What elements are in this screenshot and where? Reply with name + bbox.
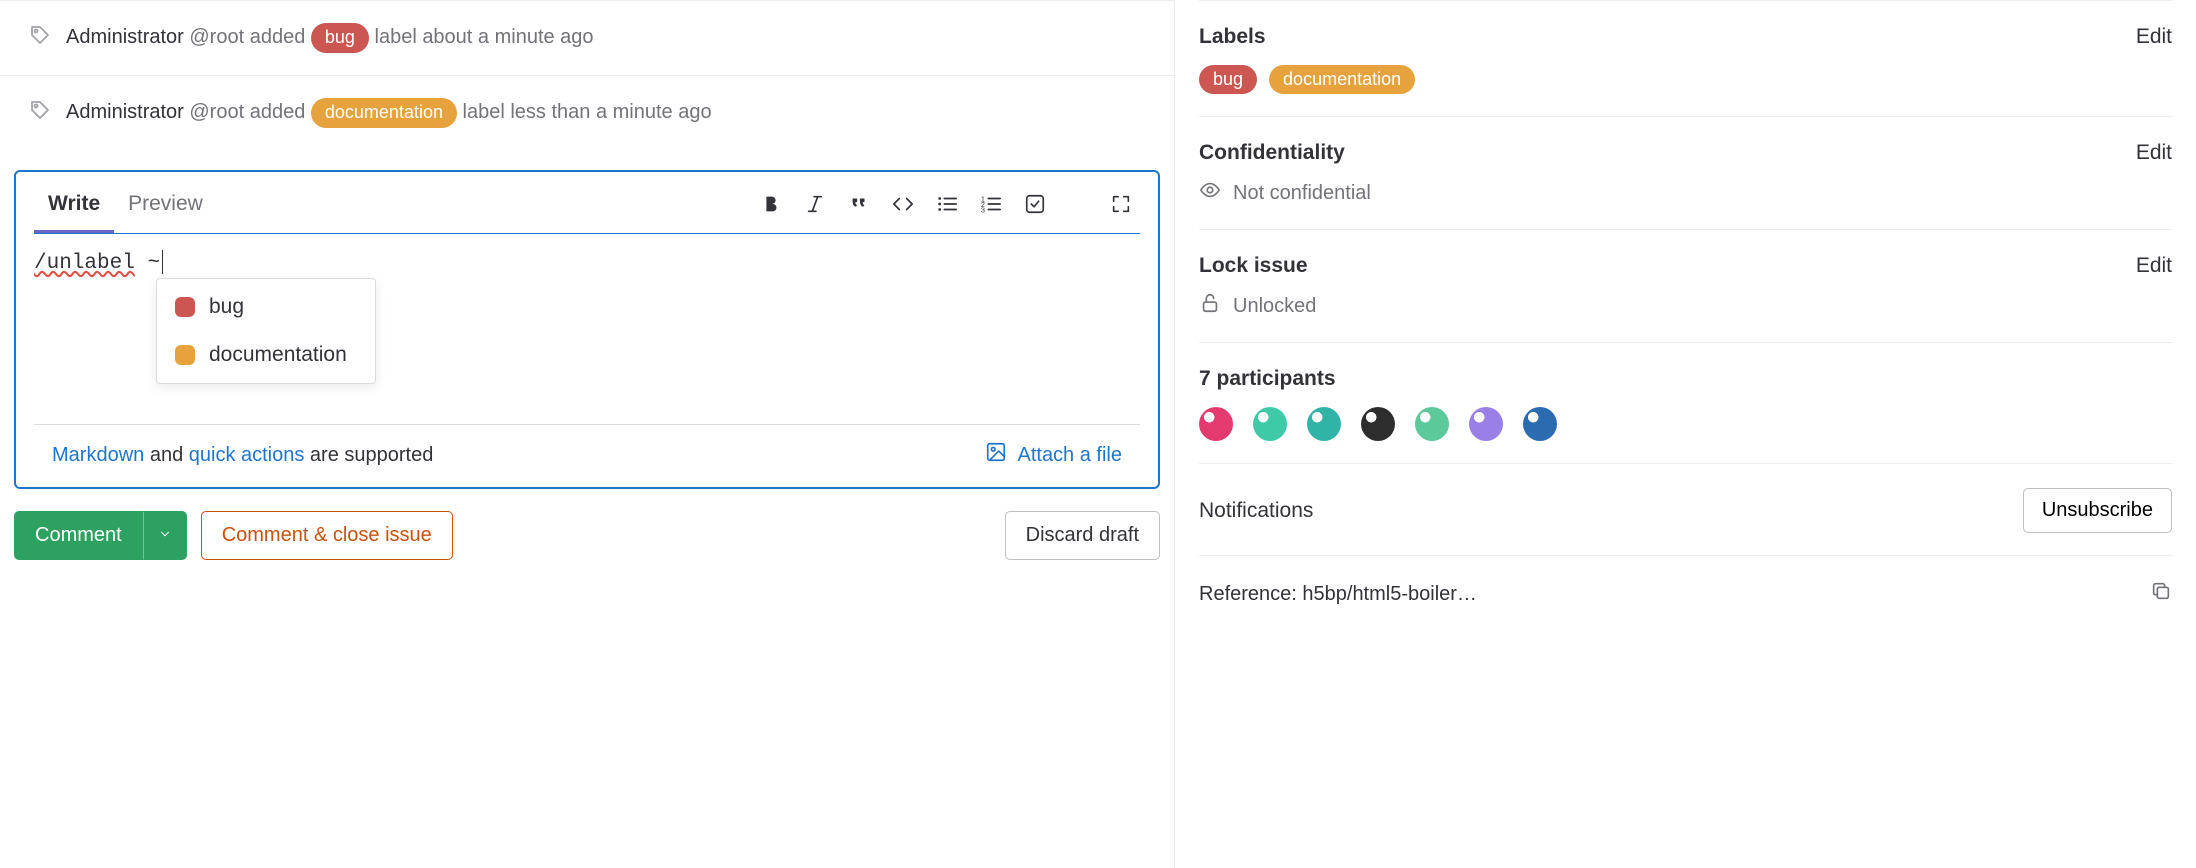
sidebar-title: Notifications bbox=[1199, 499, 1313, 523]
reference-text: Reference: h5bp/html5-boiler… bbox=[1199, 583, 1477, 606]
label-swatch bbox=[175, 345, 195, 365]
comment-close-button[interactable]: Comment & close issue bbox=[201, 511, 453, 560]
autocomplete-label: documentation bbox=[209, 343, 347, 367]
bold-icon[interactable] bbox=[760, 193, 782, 215]
lock-value: Unlocked bbox=[1233, 295, 1316, 318]
footer-text: are supported bbox=[304, 444, 433, 466]
actor-handle[interactable]: @root bbox=[189, 101, 244, 123]
participant-avatar[interactable] bbox=[1307, 407, 1341, 441]
comment-button[interactable]: Comment bbox=[14, 511, 143, 560]
action-bar: Comment Comment & close issue Discard dr… bbox=[0, 489, 1174, 582]
svg-text:3: 3 bbox=[981, 205, 985, 214]
issue-sidebar: Labels Edit bug documentation Confidenti… bbox=[1175, 0, 2196, 868]
footer-text: and bbox=[144, 444, 188, 466]
participant-avatar[interactable] bbox=[1361, 407, 1395, 441]
eye-icon bbox=[1199, 179, 1221, 207]
task-list-icon[interactable] bbox=[1024, 193, 1046, 215]
label-chip-documentation[interactable]: documentation bbox=[1269, 65, 1415, 94]
label-swatch bbox=[175, 297, 195, 317]
attach-file-label: Attach a file bbox=[1017, 444, 1122, 467]
attach-file-link[interactable]: Attach a file bbox=[985, 441, 1122, 469]
copy-icon[interactable] bbox=[2150, 580, 2172, 608]
edit-lock-link[interactable]: Edit bbox=[2136, 254, 2172, 278]
italic-icon[interactable] bbox=[804, 193, 826, 215]
comment-dropdown-button[interactable] bbox=[143, 511, 187, 560]
label-chip-documentation[interactable]: documentation bbox=[311, 98, 457, 127]
sidebar-confidentiality-block: Confidentiality Edit Not confidential bbox=[1199, 117, 2172, 230]
unlock-icon bbox=[1199, 292, 1221, 320]
bullet-list-icon[interactable] bbox=[936, 193, 958, 215]
autocomplete-label: bug bbox=[209, 295, 244, 319]
editor-textarea[interactable]: /unlabel ~ bug documentation bbox=[16, 234, 1158, 424]
label-chip-bug[interactable]: bug bbox=[1199, 65, 1257, 94]
participant-avatar[interactable] bbox=[1253, 407, 1287, 441]
autocomplete-item-documentation[interactable]: documentation bbox=[157, 331, 375, 379]
activity-row: Administrator @root added documentation … bbox=[0, 75, 1174, 150]
tab-write[interactable]: Write bbox=[34, 182, 114, 233]
sidebar-title: Labels bbox=[1199, 25, 1266, 49]
participant-avatar[interactable] bbox=[1415, 407, 1449, 441]
quote-icon[interactable] bbox=[848, 193, 870, 215]
activity-verb: added bbox=[250, 26, 306, 48]
sidebar-title: Confidentiality bbox=[1199, 141, 1345, 165]
fullscreen-icon[interactable] bbox=[1110, 193, 1132, 215]
sidebar-notifications-block: Notifications Unsubscribe bbox=[1199, 464, 2172, 556]
confidentiality-value: Not confidential bbox=[1233, 182, 1371, 205]
participant-avatar[interactable] bbox=[1523, 407, 1557, 441]
edit-confidentiality-link[interactable]: Edit bbox=[2136, 141, 2172, 165]
sidebar-title: 7 participants bbox=[1199, 367, 1336, 391]
sidebar-reference-block: Reference: h5bp/html5-boiler… bbox=[1199, 556, 2172, 630]
tag-icon bbox=[28, 23, 52, 53]
code-icon[interactable] bbox=[892, 193, 914, 215]
image-icon bbox=[985, 441, 1007, 469]
sidebar-participants-block: 7 participants bbox=[1199, 343, 2172, 464]
activity-row: Administrator @root added bug label abou… bbox=[0, 0, 1174, 75]
autocomplete-item-bug[interactable]: bug bbox=[157, 283, 375, 331]
activity-time: label about a minute ago bbox=[375, 26, 594, 48]
typed-command: /unlabel bbox=[34, 252, 135, 275]
participant-avatar[interactable] bbox=[1469, 407, 1503, 441]
typed-trigger: ~ bbox=[147, 252, 160, 275]
quick-actions-link[interactable]: quick actions bbox=[189, 444, 305, 466]
editor-toolbar: 123 bbox=[760, 193, 1140, 223]
tag-icon bbox=[28, 98, 52, 128]
numbered-list-icon[interactable]: 123 bbox=[980, 193, 1002, 215]
markdown-link[interactable]: Markdown bbox=[52, 444, 144, 466]
autocomplete-dropdown: bug documentation bbox=[156, 278, 376, 384]
sidebar-labels-block: Labels Edit bug documentation bbox=[1199, 0, 2172, 117]
tab-preview[interactable]: Preview bbox=[114, 182, 217, 233]
comment-editor: Write Preview 123 /unlabel ~ bbox=[14, 170, 1160, 489]
actor-name[interactable]: Administrator bbox=[66, 101, 184, 123]
sidebar-title: Lock issue bbox=[1199, 254, 1308, 278]
participant-avatar[interactable] bbox=[1199, 407, 1233, 441]
activity-verb: added bbox=[250, 101, 306, 123]
editor-tabs: Write Preview 123 bbox=[16, 172, 1158, 233]
actor-name[interactable]: Administrator bbox=[66, 26, 184, 48]
text-caret bbox=[162, 250, 163, 274]
actor-handle[interactable]: @root bbox=[189, 26, 244, 48]
sidebar-lock-block: Lock issue Edit Unlocked bbox=[1199, 230, 2172, 343]
activity-time: label less than a minute ago bbox=[463, 101, 712, 123]
chevron-down-icon bbox=[158, 527, 172, 541]
editor-footer: Markdown and quick actions are supported… bbox=[34, 424, 1140, 487]
discard-draft-button[interactable]: Discard draft bbox=[1005, 511, 1160, 560]
label-chip-bug[interactable]: bug bbox=[311, 23, 369, 52]
edit-labels-link[interactable]: Edit bbox=[2136, 25, 2172, 49]
unsubscribe-button[interactable]: Unsubscribe bbox=[2023, 488, 2172, 533]
